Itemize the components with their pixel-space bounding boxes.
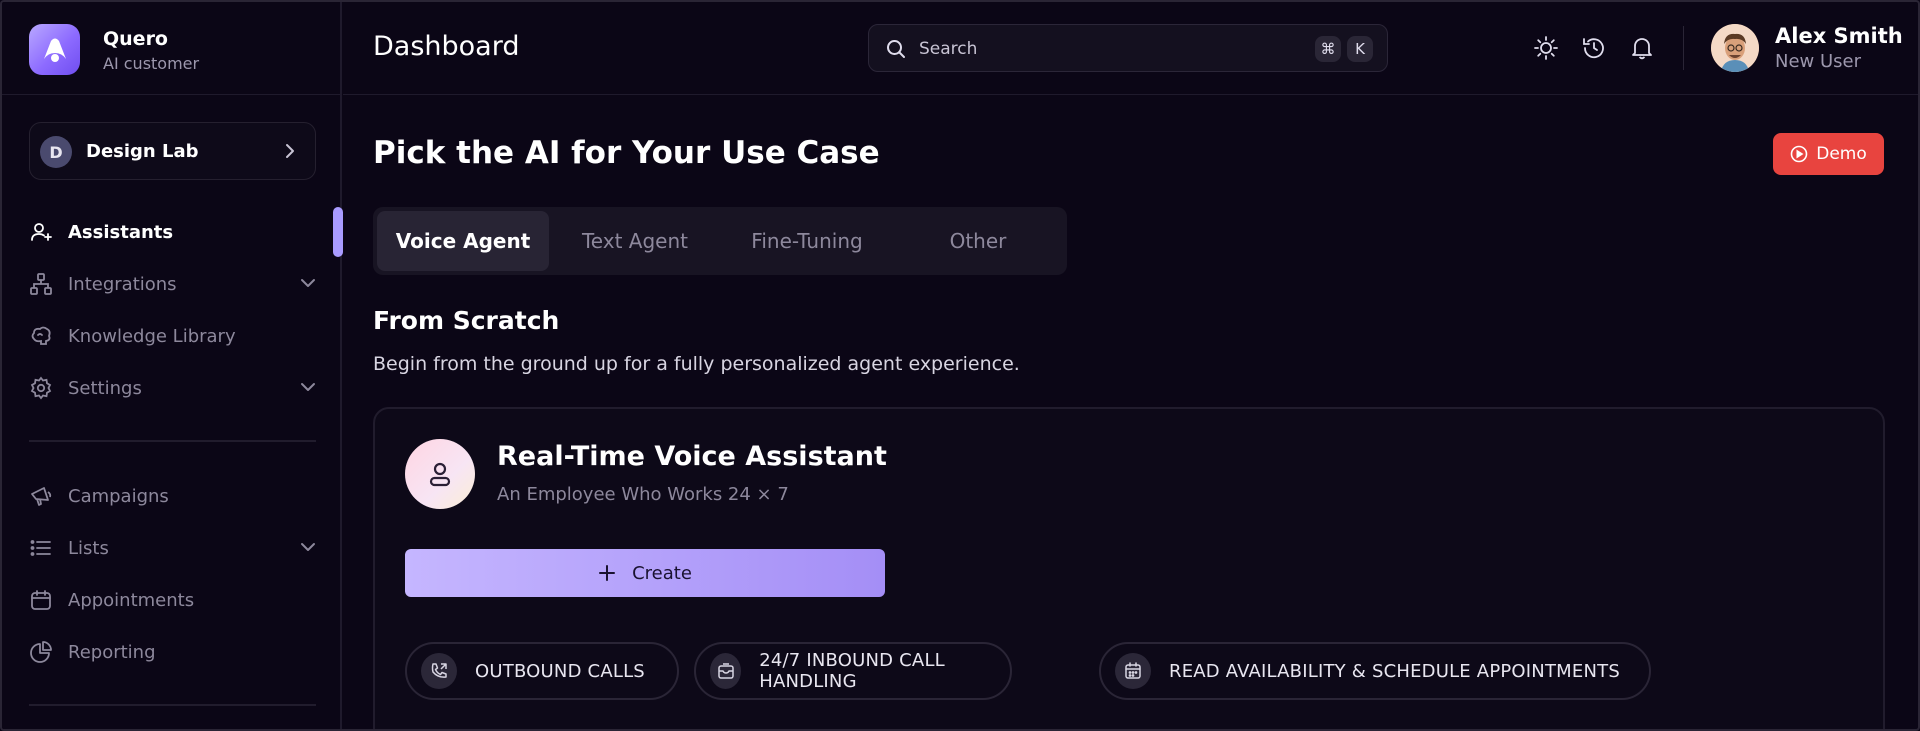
phone-outgoing-icon xyxy=(421,653,457,689)
shortcut-key-k: K xyxy=(1347,36,1373,62)
create-button[interactable]: Create xyxy=(405,549,885,597)
feature-label: OUTBOUND CALLS xyxy=(475,660,645,682)
chevron-down-icon[interactable] xyxy=(297,376,319,398)
sidebar-item-label: Lists xyxy=(68,537,109,559)
sidebar-item-label: Appointments xyxy=(68,589,195,611)
assistant-avatar xyxy=(405,439,475,509)
chevron-down-icon[interactable] xyxy=(297,272,319,294)
sidebar-item-reporting[interactable]: Reporting xyxy=(29,636,319,668)
sidebar-divider xyxy=(29,440,316,442)
top-header: Dashboard Search ⌘ K Alex Smith New User xyxy=(343,2,1918,95)
sidebar-divider xyxy=(29,704,316,706)
sidebar-item-campaigns[interactable]: Campaigns xyxy=(29,480,319,512)
feature-label: 24/7 INBOUND CALL HANDLING xyxy=(759,650,945,692)
shortcut-key-cmd: ⌘ xyxy=(1315,36,1341,62)
sidebar-item-knowledge-library[interactable]: Knowledge Library xyxy=(29,320,319,352)
hierarchy-icon xyxy=(29,272,53,296)
active-indicator xyxy=(333,207,343,257)
workspace-name: Design Lab xyxy=(86,141,199,162)
tab-voice-agent[interactable]: Voice Agent xyxy=(377,211,549,271)
card-subtitle: An Employee Who Works 24 × 7 xyxy=(497,484,789,505)
plus-icon xyxy=(599,565,616,581)
brand: Quero AI customer xyxy=(2,2,342,95)
sidebar-item-settings[interactable]: Settings xyxy=(29,372,319,404)
chevron-right-icon xyxy=(286,144,294,158)
bell-icon[interactable] xyxy=(1629,35,1655,61)
brain-icon xyxy=(29,324,53,348)
brand-name: Quero xyxy=(103,28,168,50)
sidebar-item-label: Integrations xyxy=(68,273,177,295)
gear-icon xyxy=(29,376,53,400)
sidebar-item-label: Assistants xyxy=(68,221,174,243)
sidebar-item-label: Settings xyxy=(68,377,142,399)
sidebar-item-integrations[interactable]: Integrations xyxy=(29,268,319,300)
theme-toggle-icon[interactable] xyxy=(1533,35,1559,61)
sidebar-item-assistants[interactable]: Assistants xyxy=(29,216,319,248)
app-logo-icon[interactable] xyxy=(29,24,80,75)
sidebar-item-lists[interactable]: Lists xyxy=(29,532,319,564)
chevron-down-icon[interactable] xyxy=(297,536,319,558)
calendar-icon xyxy=(1115,653,1151,689)
history-icon[interactable] xyxy=(1581,35,1607,61)
sidebar: Quero AI customer D Design Lab Assistant… xyxy=(2,2,342,729)
workspace-switcher[interactable]: D Design Lab xyxy=(29,122,316,180)
megaphone-icon xyxy=(29,484,53,508)
feature-chip-scheduling: READ AVAILABILITY & SCHEDULE APPOINTMENT… xyxy=(1099,642,1651,700)
tab-fine-tuning[interactable]: Fine-Tuning xyxy=(721,211,893,271)
create-label: Create xyxy=(632,562,692,584)
feature-label: READ AVAILABILITY & SCHEDULE APPOINTMENT… xyxy=(1169,660,1620,682)
demo-button[interactable]: Demo xyxy=(1773,133,1884,175)
voice-assistant-card: Real-Time Voice Assistant An Employee Wh… xyxy=(373,407,1885,729)
feature-chip-outbound-calls: OUTBOUND CALLS xyxy=(405,642,679,700)
card-title: Real-Time Voice Assistant xyxy=(497,441,887,472)
use-case-tabs: Voice Agent Text Agent Fine-Tuning Other xyxy=(373,207,1067,275)
tab-text-agent[interactable]: Text Agent xyxy=(549,211,721,271)
from-scratch-title: From Scratch xyxy=(373,306,560,335)
sidebar-item-label: Knowledge Library xyxy=(68,325,236,347)
from-scratch-description: Begin from the ground up for a fully per… xyxy=(373,353,1020,375)
play-circle-icon xyxy=(1790,145,1808,163)
user-plus-icon xyxy=(29,220,53,244)
header-separator xyxy=(1683,26,1684,70)
list-icon xyxy=(29,536,53,560)
main-content: Pick the AI for Your Use Case Demo Voice… xyxy=(343,95,1918,729)
brand-subtitle: AI customer xyxy=(103,54,200,73)
tab-other[interactable]: Other xyxy=(893,211,1063,271)
user-icon xyxy=(429,462,451,487)
section-title: Pick the AI for Your Use Case xyxy=(373,135,880,171)
calendar-icon xyxy=(29,588,53,612)
sidebar-item-label: Reporting xyxy=(68,641,156,663)
sidebar-item-label: Campaigns xyxy=(68,485,169,507)
search-input[interactable]: Search ⌘ K xyxy=(868,24,1388,72)
demo-label: Demo xyxy=(1816,144,1867,164)
page-title: Dashboard xyxy=(373,31,520,62)
search-icon xyxy=(887,40,905,58)
feature-chip-inbound-handling: 24/7 INBOUND CALL HANDLING xyxy=(694,642,1012,700)
search-placeholder: Search xyxy=(919,39,978,59)
inbox-icon xyxy=(710,653,742,689)
sidebar-item-appointments[interactable]: Appointments xyxy=(29,584,319,616)
app-window: Quero AI customer D Design Lab Assistant… xyxy=(0,0,1920,731)
workspace-avatar: D xyxy=(40,136,72,168)
avatar[interactable] xyxy=(1711,24,1759,72)
user-role: New User xyxy=(1775,51,1862,72)
pie-chart-icon xyxy=(29,640,53,664)
user-name[interactable]: Alex Smith xyxy=(1775,24,1903,48)
